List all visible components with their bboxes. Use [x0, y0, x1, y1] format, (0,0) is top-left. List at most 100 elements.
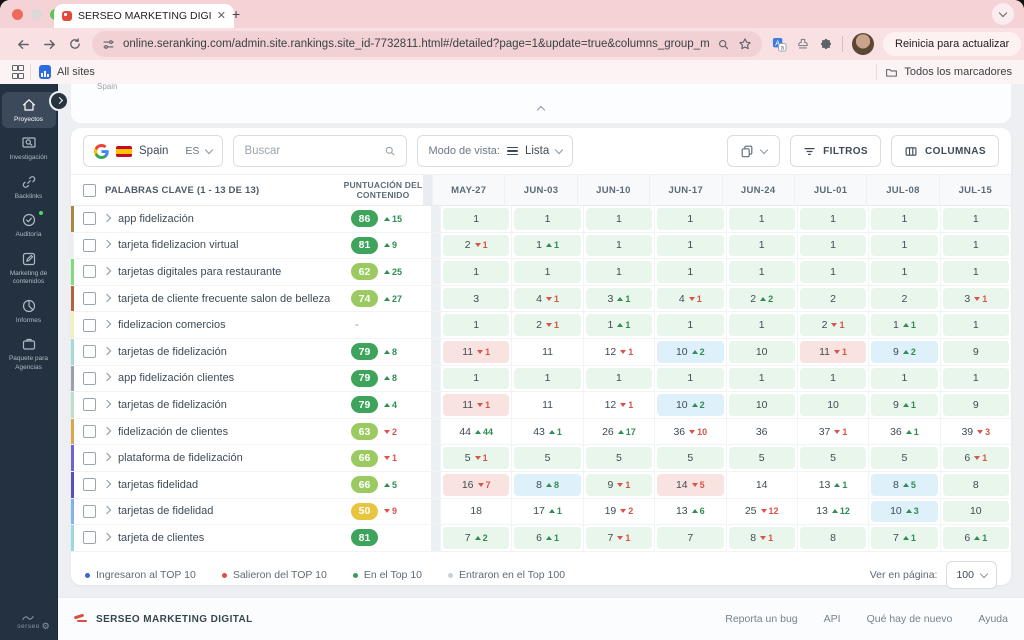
content-score-badge[interactable]: 81 — [351, 529, 378, 547]
keyword-label[interactable]: tarjeta de clientes — [118, 532, 204, 544]
reload-icon[interactable] — [62, 31, 88, 57]
content-score-badge[interactable]: 66 — [351, 449, 378, 467]
footer-link-api[interactable]: API — [824, 613, 841, 625]
row-checkbox[interactable] — [83, 212, 96, 226]
content-score-badge[interactable]: 81 — [351, 236, 378, 254]
content-score-badge[interactable]: 86 — [351, 210, 378, 228]
bookmark-all-sites[interactable]: All sites — [39, 65, 95, 79]
expand-chevron-icon[interactable] — [102, 213, 112, 223]
keyword-label[interactable]: app fidelización clientes — [118, 372, 234, 384]
back-icon[interactable] — [10, 31, 36, 57]
expand-chevron-icon[interactable] — [102, 319, 112, 329]
sidebar-item-investigaci-n[interactable]: Investigación — [2, 130, 56, 166]
per-page-select[interactable]: 100 — [946, 561, 997, 590]
row-checkbox[interactable] — [83, 345, 96, 359]
close-window-button[interactable] — [12, 9, 23, 20]
row-checkbox[interactable] — [83, 425, 96, 439]
expand-chevron-icon[interactable] — [102, 506, 112, 515]
content-score-badge[interactable]: 74 — [351, 290, 378, 308]
sidebar-item-backlinks[interactable]: Backlinks — [2, 169, 56, 205]
url-text[interactable]: online.seranking.com/admin.site.rankings… — [123, 38, 709, 50]
extensions-puzzle-icon[interactable] — [819, 37, 833, 51]
date-column-header[interactable]: MAY-27 — [432, 175, 505, 205]
row-checkbox[interactable] — [83, 238, 96, 252]
row-checkbox[interactable] — [83, 531, 96, 545]
date-column-header[interactable]: JUN-03 — [504, 175, 577, 205]
content-score-badge[interactable]: 79 — [351, 369, 378, 387]
bookmark-star-icon[interactable] — [738, 37, 752, 51]
keyword-label[interactable]: tarjetas de fidelidad — [118, 505, 213, 517]
sidebar-item-auditor-a[interactable]: Auditoría — [2, 207, 56, 243]
expand-chevron-icon[interactable] — [102, 293, 112, 302]
row-checkbox[interactable] — [83, 265, 96, 279]
relaunch-to-update-button[interactable]: Reinicia para actualizar — [883, 32, 1022, 56]
select-all-checkbox[interactable] — [83, 183, 96, 197]
expand-chevron-icon[interactable] — [102, 452, 112, 462]
content-score-badge[interactable]: 79 — [351, 396, 378, 414]
row-checkbox[interactable] — [83, 398, 96, 412]
browser-tab[interactable]: SERSEO MARKETING DIGITAL ✕ — [54, 4, 234, 28]
footer-link-qu-hay-de-nuevo[interactable]: Qué hay de nuevo — [867, 613, 953, 625]
keyword-label[interactable]: tarjetas digitales para restaurante — [118, 266, 281, 278]
keyword-label[interactable]: plataforma de fidelización — [118, 452, 243, 464]
profile-avatar[interactable] — [852, 33, 874, 55]
expand-chevron-icon[interactable] — [102, 399, 112, 409]
expand-chevron-icon[interactable] — [102, 373, 112, 382]
content-score-badge[interactable]: 50 — [351, 502, 378, 520]
search-engine-select[interactable]: Spain ES — [83, 135, 224, 167]
content-score-badge[interactable]: 66 — [351, 476, 378, 494]
apps-grid-icon[interactable] — [12, 65, 24, 79]
footer-link-reporta-un-bug[interactable]: Reporta un bug — [725, 613, 797, 625]
expand-chevron-icon[interactable] — [102, 346, 112, 356]
find-in-page-icon[interactable] — [717, 38, 730, 51]
keyword-label[interactable]: fidelizacion comercios — [118, 319, 226, 331]
date-column-header[interactable]: JUN-17 — [649, 175, 722, 205]
keyword-label[interactable]: tarjeta fidelizacion virtual — [118, 239, 238, 251]
compare-columns-button[interactable] — [727, 135, 781, 167]
minimize-window-button[interactable] — [31, 9, 42, 20]
row-checkbox[interactable] — [83, 318, 96, 332]
keyword-label[interactable]: tarjetas de fidelización — [118, 346, 227, 358]
row-checkbox[interactable] — [83, 292, 96, 306]
expand-chevron-icon[interactable] — [102, 426, 112, 435]
expand-chevron-icon[interactable] — [102, 240, 112, 249]
keyword-search-input[interactable]: Buscar — [233, 135, 408, 167]
address-bar[interactable]: online.seranking.com/admin.site.rankings… — [92, 31, 762, 57]
new-tab-button[interactable]: + — [232, 7, 240, 21]
date-column-header[interactable]: JUL-08 — [866, 175, 939, 205]
view-mode-select[interactable]: Modo de vista: Lista — [417, 135, 574, 167]
date-column-header[interactable]: JUL-15 — [938, 175, 1011, 205]
keyword-label[interactable]: fidelización de clientes — [118, 426, 228, 438]
row-checkbox[interactable] — [83, 478, 96, 492]
row-checkbox[interactable] — [83, 504, 96, 518]
sidebar-item-paquete-para-agencias[interactable]: Paquete para Agencias — [2, 331, 56, 376]
content-score-badge[interactable]: 62 — [351, 263, 378, 281]
footer-link-ayuda[interactable]: Ayuda — [978, 613, 1008, 625]
tab-close-icon[interactable]: ✕ — [217, 10, 226, 22]
collapse-panel-button[interactable] — [536, 100, 546, 118]
content-score-badge[interactable]: 79 — [351, 343, 378, 361]
filters-button[interactable]: FILTROS — [790, 135, 882, 167]
row-checkbox[interactable] — [83, 451, 96, 465]
date-column-header[interactable]: JUN-24 — [721, 175, 794, 205]
tab-search-button[interactable] — [992, 3, 1014, 25]
date-column-header[interactable]: JUL-01 — [793, 175, 867, 205]
keyword-label[interactable]: tarjetas de fidelización — [118, 399, 227, 411]
date-column-header[interactable]: JUN-10 — [576, 175, 650, 205]
row-checkbox[interactable] — [83, 371, 96, 385]
columns-button[interactable]: COLUMNAS — [891, 135, 999, 167]
all-bookmarks-button[interactable]: Todos los marcadores — [885, 66, 1012, 79]
expand-chevron-icon[interactable] — [102, 532, 112, 542]
keyword-label[interactable]: tarjeta de cliente frecuente salon de be… — [118, 293, 330, 305]
extension-stamp-icon[interactable] — [796, 37, 810, 51]
sidebar-item-marketing-de-contenidos[interactable]: Marketing de contenidos — [2, 246, 56, 291]
settings-gear-icon[interactable]: ⚙ — [42, 621, 50, 632]
content-score-badge[interactable]: 63 — [351, 423, 378, 441]
keyword-label[interactable]: app fidelización — [118, 213, 194, 225]
expand-chevron-icon[interactable] — [102, 479, 112, 488]
expand-chevron-icon[interactable] — [102, 266, 112, 276]
sidebar-item-proyectos[interactable]: Proyectos — [1, 92, 56, 129]
sidebar-collapse-button[interactable] — [49, 91, 69, 111]
site-settings-icon[interactable] — [102, 38, 115, 51]
forward-icon[interactable] — [36, 31, 62, 57]
